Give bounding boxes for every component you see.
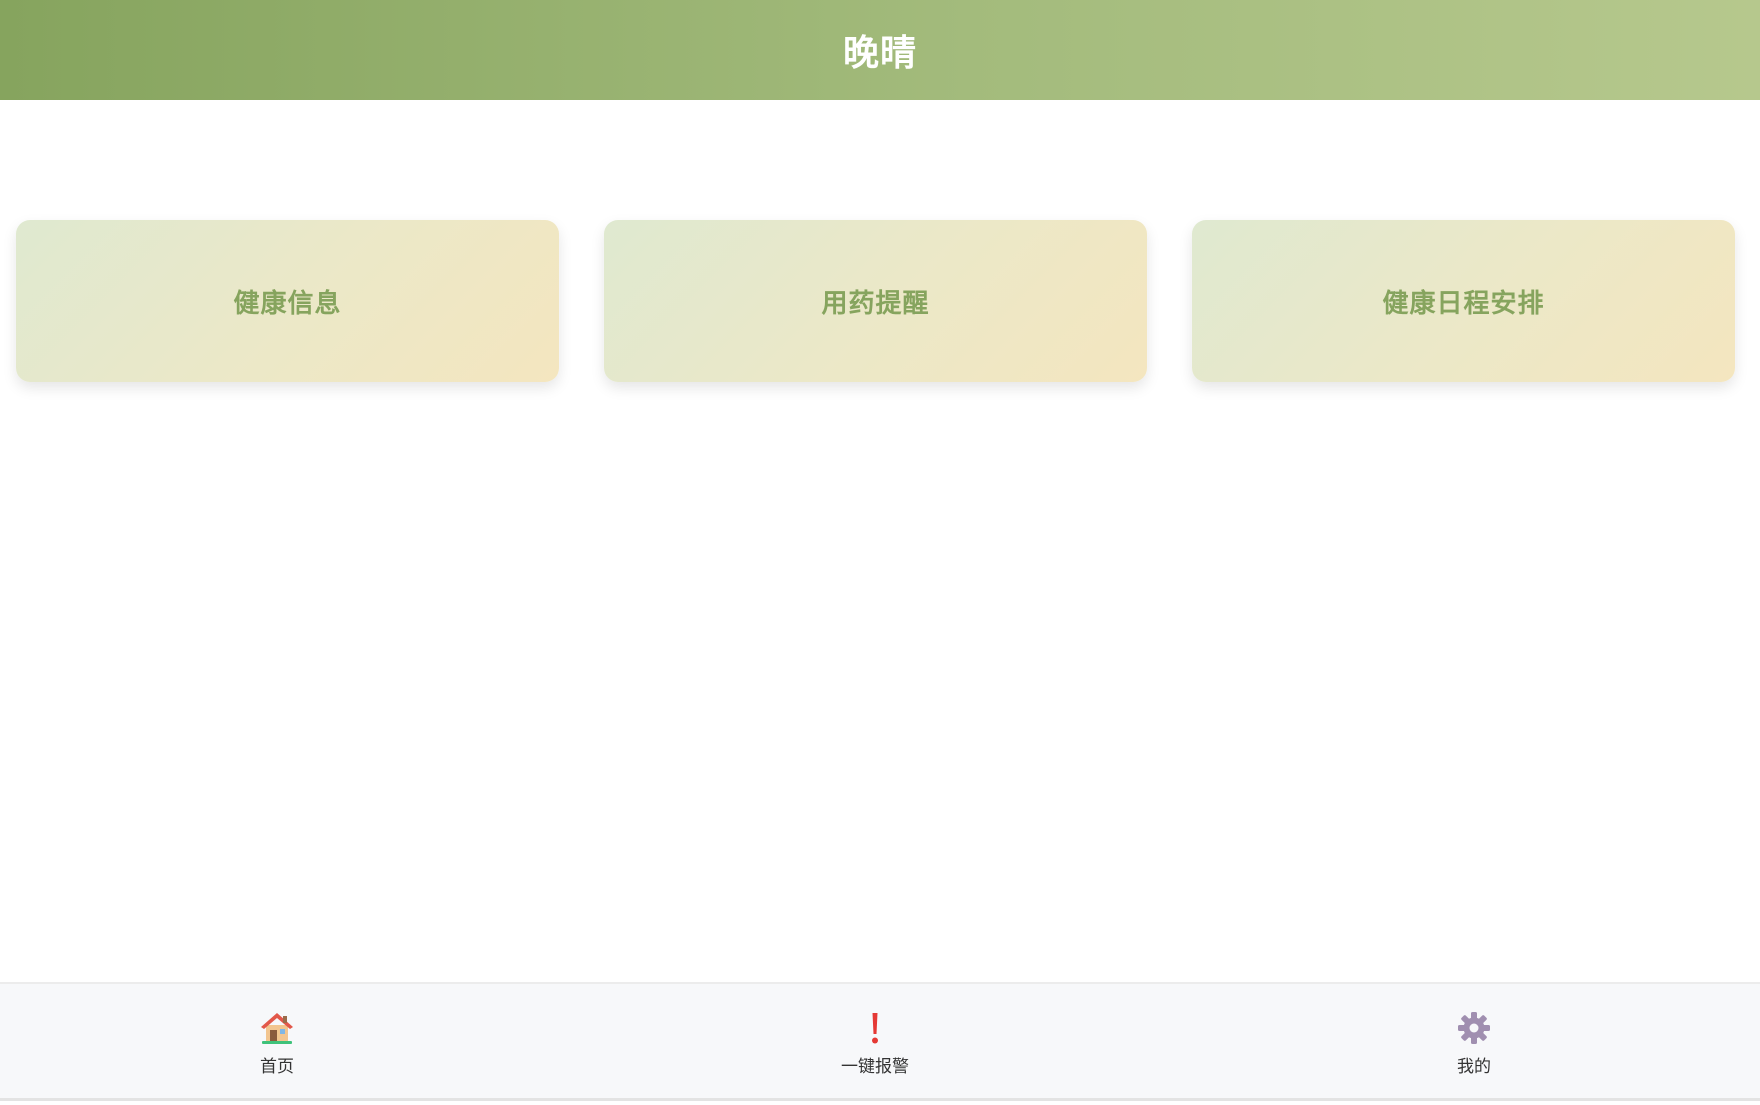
tab-emergency-alarm[interactable]: 一键报警 [775,984,975,1100]
medication-reminder-card-label: 用药提醒 [821,288,930,319]
bottom-tab-bar: 首页 一键报警 我的 [0,982,1760,1101]
tab-mine-label: 我的 [1457,1057,1491,1077]
tab-emergency-alarm-label: 一键报警 [841,1057,909,1077]
health-info-card-label: 健康信息 [233,288,342,319]
app-screen: 晚晴 健康信息 用药提醒 健康日程安排 首页 一键报警 我的 [0,0,1760,1105]
feature-card-row: 健康信息 用药提醒 健康日程安排 [16,220,1736,382]
gear-icon [1456,1010,1492,1046]
health-info-card[interactable]: 健康信息 [16,220,559,382]
health-schedule-card-label: 健康日程安排 [1382,288,1545,319]
tab-home[interactable]: 首页 [177,984,377,1100]
tab-home-label: 首页 [260,1057,294,1077]
health-schedule-card[interactable]: 健康日程安排 [1192,220,1735,382]
tab-mine[interactable]: 我的 [1374,984,1574,1100]
page-title: 晚晴 [842,33,917,74]
house-icon [259,1010,295,1046]
app-header: 晚晴 [0,0,1760,100]
medication-reminder-card[interactable]: 用药提醒 [604,220,1147,382]
exclamation-icon [857,1010,893,1046]
